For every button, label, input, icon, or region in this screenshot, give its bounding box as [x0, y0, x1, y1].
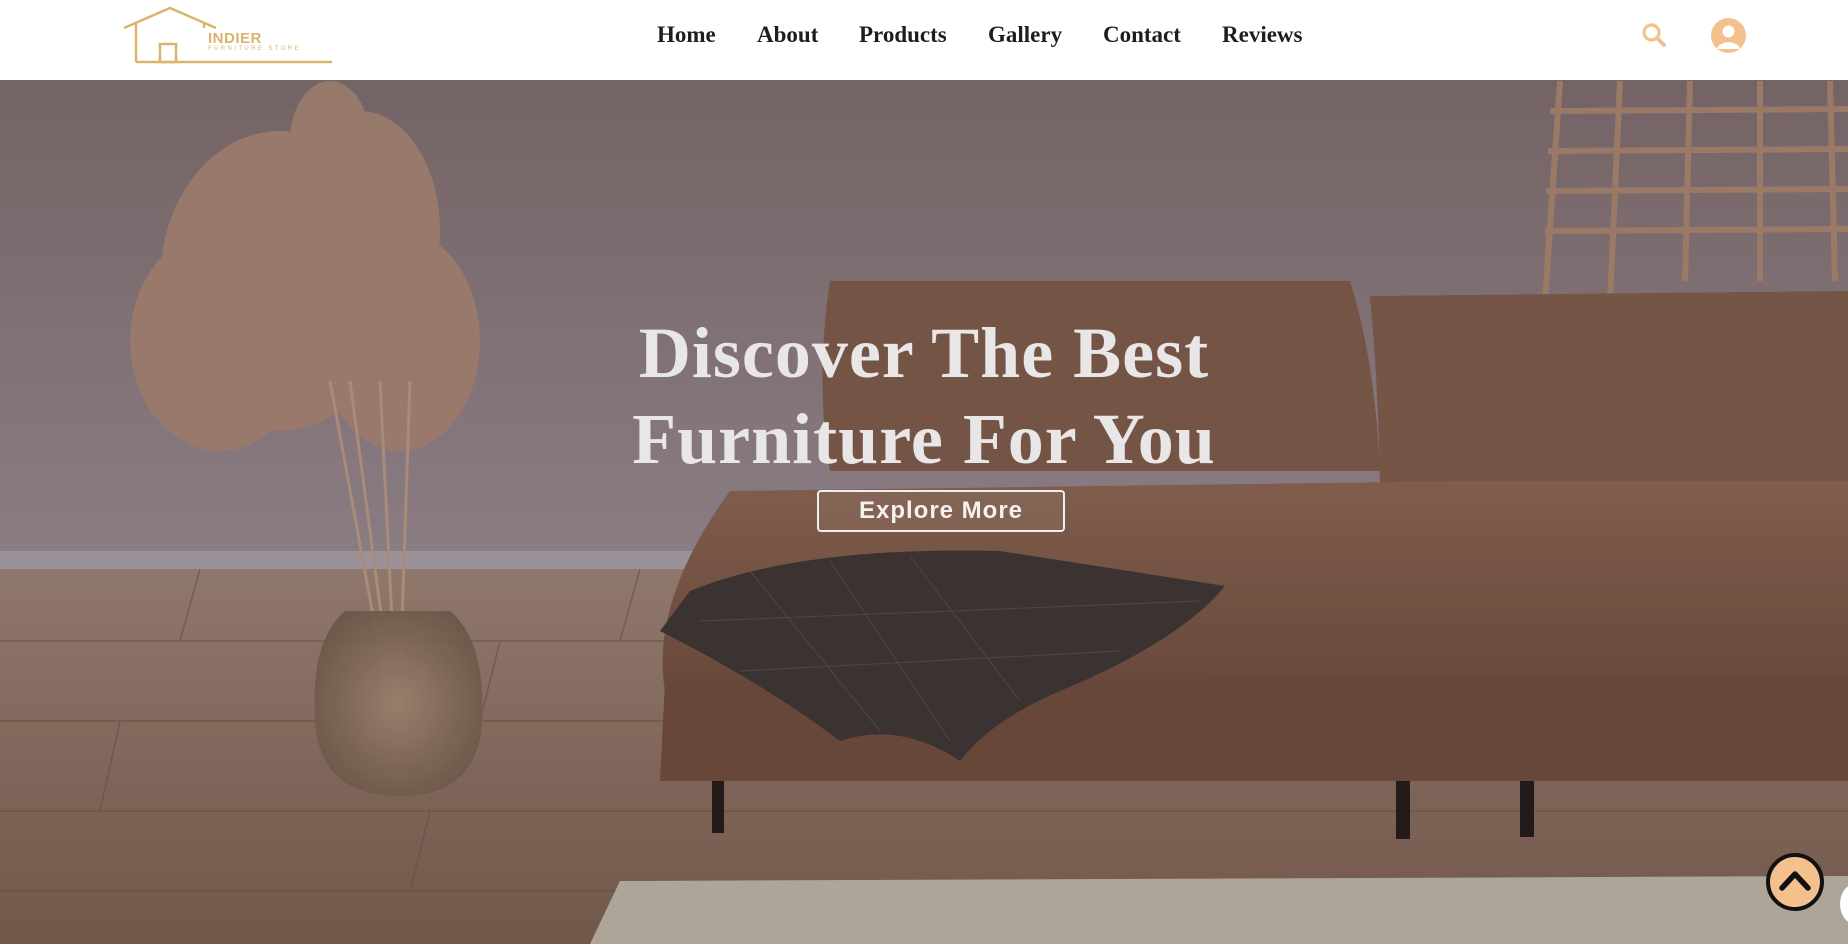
nav-home[interactable]: Home [657, 22, 716, 48]
nav-contact[interactable]: Contact [1103, 22, 1181, 48]
user-icon[interactable] [1711, 18, 1746, 53]
brand-name: INDIER [208, 30, 262, 47]
nav-about[interactable]: About [757, 22, 818, 48]
hero-title-line-2: Furniture For You [632, 399, 1216, 479]
explore-more-button[interactable]: Explore More [817, 490, 1065, 532]
nav-products[interactable]: Products [859, 22, 947, 48]
chevron-up-icon [1779, 871, 1811, 891]
nav-gallery[interactable]: Gallery [988, 22, 1062, 48]
hero-title-line-1: Discover The Best [638, 313, 1210, 393]
brand-tagline: FURNITURE STORE [208, 46, 301, 52]
scroll-to-top-button[interactable] [1766, 853, 1824, 911]
hero-section: Discover The Best Furniture For You Expl… [0, 81, 1848, 944]
site-header: INDIER FURNITURE STORE Home About Produc… [0, 0, 1848, 81]
search-icon[interactable] [1641, 22, 1667, 48]
nav-reviews[interactable]: Reviews [1222, 22, 1302, 48]
hero-title: Discover The Best Furniture For You [0, 310, 1848, 482]
brand-logo[interactable]: INDIER FURNITURE STORE [122, 6, 334, 66]
